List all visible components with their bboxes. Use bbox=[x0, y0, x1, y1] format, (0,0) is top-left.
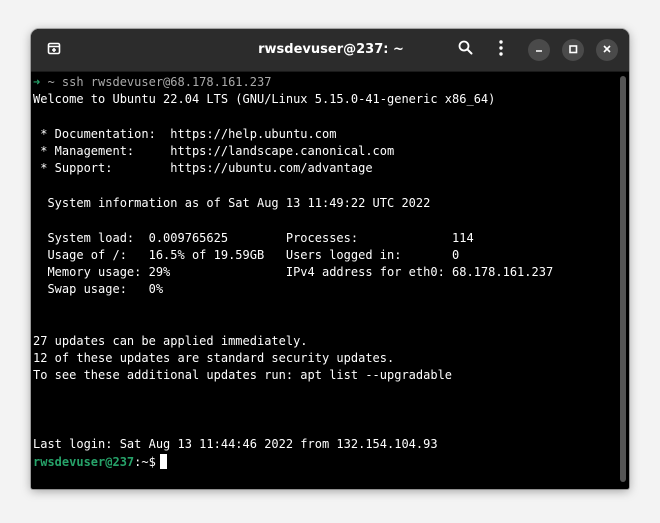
prompt-user: rwsdevuser@237 bbox=[33, 455, 135, 469]
sysinfo-header-line: System information as of Sat Aug 13 11:4… bbox=[33, 196, 431, 210]
documentation-line: * Documentation: https://help.ubuntu.com bbox=[33, 127, 337, 141]
scrollbar[interactable] bbox=[620, 76, 626, 482]
search-button[interactable] bbox=[454, 39, 476, 61]
maximize-icon bbox=[568, 41, 578, 59]
last-login-line: Last login: Sat Aug 13 11:44:46 2022 fro… bbox=[33, 437, 438, 451]
window-title: rwsdevuser@237: ~ bbox=[258, 42, 404, 57]
new-tab-button[interactable] bbox=[43, 39, 65, 61]
updates-line: 27 updates can be applied immediately. bbox=[33, 334, 308, 348]
updates-line: To see these additional updates run: apt… bbox=[33, 368, 453, 382]
support-line: * Support: https://ubuntu.com/advantage bbox=[33, 161, 373, 175]
close-icon bbox=[602, 41, 612, 59]
updates-line: 12 of these updates are standard securit… bbox=[33, 351, 395, 365]
stats-line: Memory usage: 29% IPv4 address for eth0:… bbox=[33, 265, 554, 279]
new-tab-icon bbox=[47, 41, 61, 60]
minimize-icon bbox=[534, 41, 544, 59]
welcome-line: Welcome to Ubuntu 22.04 LTS (GNU/Linux 5… bbox=[33, 92, 496, 106]
text-cursor bbox=[159, 454, 167, 469]
management-line: * Management: https://landscape.canonica… bbox=[33, 144, 395, 158]
maximize-button[interactable] bbox=[562, 39, 584, 61]
terminal-output[interactable]: ➜ ~ ssh rwsdevuser@68.178.161.237 Welcom… bbox=[31, 72, 617, 489]
stats-line: Swap usage: 0% bbox=[33, 282, 164, 296]
close-button[interactable] bbox=[596, 39, 618, 61]
stats-line: System load: 0.009765625 Processes: 114 bbox=[33, 231, 474, 245]
ssh-command-line: ➜ ~ ssh rwsdevuser@68.178.161.237 bbox=[33, 74, 271, 91]
minimize-button[interactable] bbox=[528, 39, 550, 61]
title-bar[interactable]: rwsdevuser@237: ~ bbox=[31, 29, 629, 72]
ssh-command: ~ ssh rwsdevuser@68.178.161.237 bbox=[40, 75, 272, 89]
menu-button[interactable] bbox=[490, 39, 512, 61]
prompt-line[interactable]: rwsdevuser@237:~$ bbox=[33, 454, 167, 471]
stats-line: Usage of /: 16.5% of 19.59GB Users logge… bbox=[33, 248, 460, 262]
kebab-menu-icon bbox=[499, 39, 503, 61]
search-icon bbox=[458, 40, 473, 60]
terminal-window: rwsdevuser@237: ~ ➜ ~ ssh rwsdevuser@68.… bbox=[31, 29, 629, 489]
prompt-path: :~$ bbox=[134, 455, 156, 469]
